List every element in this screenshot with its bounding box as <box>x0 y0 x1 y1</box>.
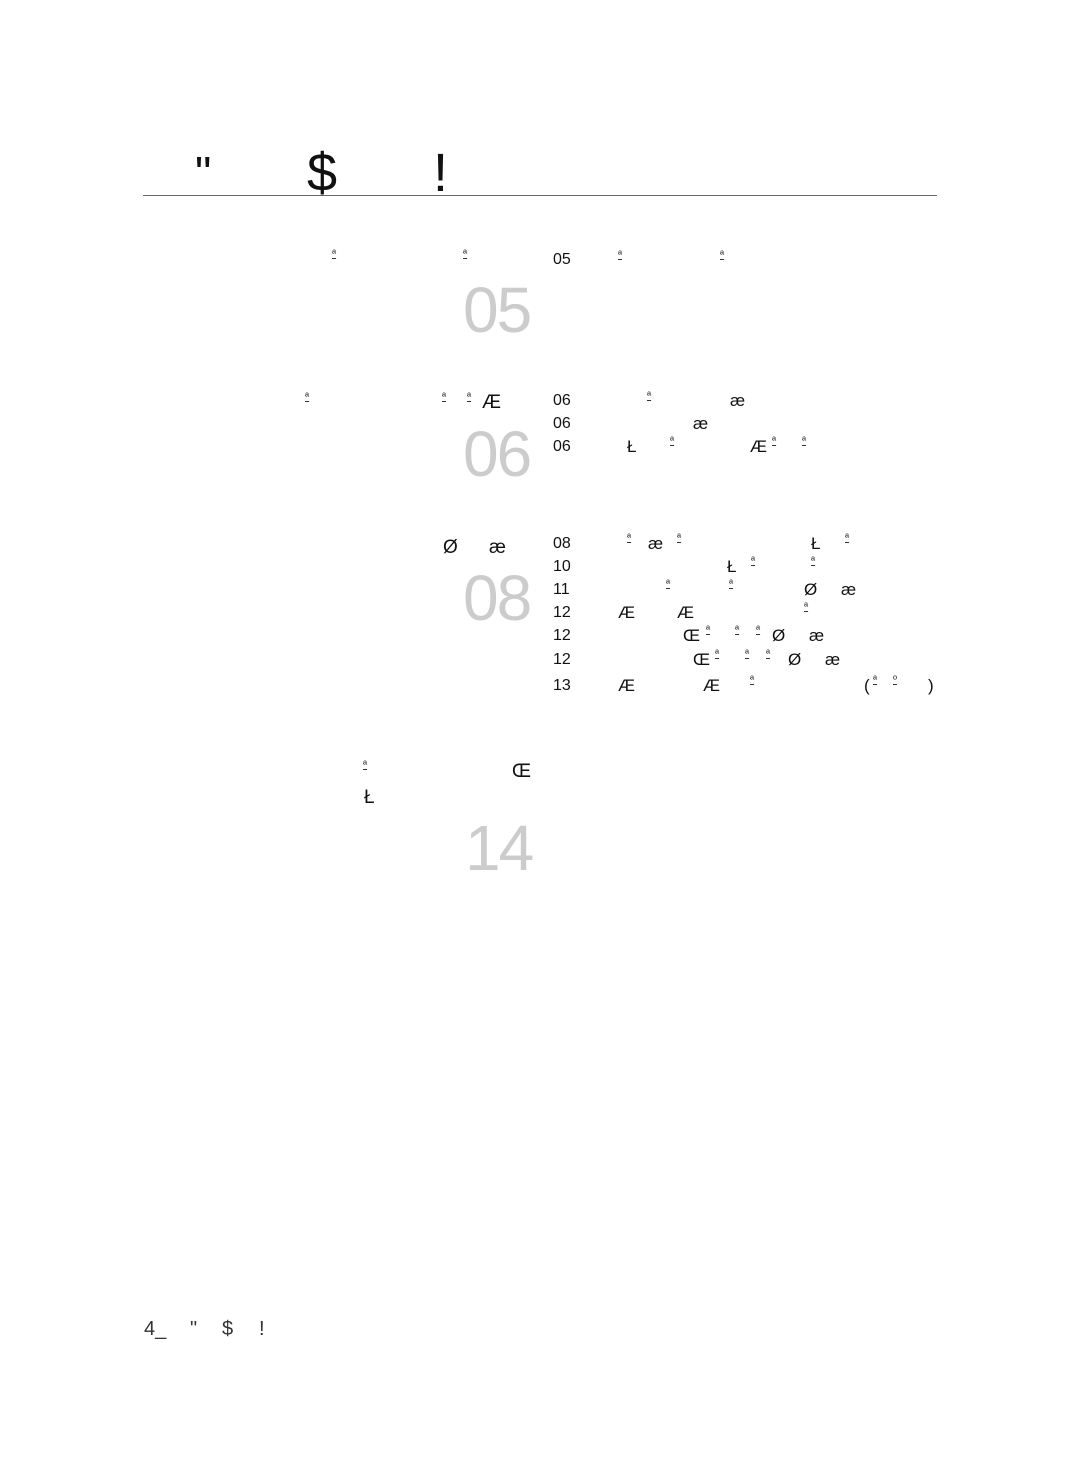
entry-page-number: 12 <box>553 604 571 621</box>
entry-glyph: Æ <box>618 603 635 622</box>
entry-glyph: ª <box>677 532 682 544</box>
entry-glyph: ª <box>670 435 675 447</box>
entry-glyph: ª <box>715 648 720 660</box>
title-glyph: ! <box>433 143 449 203</box>
entry-glyph: ª <box>766 648 771 660</box>
entry-glyph: ª <box>845 532 850 544</box>
entry-glyph: ª <box>802 435 807 447</box>
entry-glyph: Æ <box>750 437 767 456</box>
section-page-number: 14 <box>465 812 534 884</box>
entry-glyph: Ł <box>627 437 637 456</box>
section-heading-glyph: ª <box>463 248 468 260</box>
entry-glyph: Ø <box>788 650 802 669</box>
entry-page-number: 12 <box>553 627 571 644</box>
entry-glyph: ª <box>772 435 777 447</box>
footer-page-number: 4_ <box>144 1318 167 1340</box>
section-heading-glyph: Ł <box>364 787 375 808</box>
entry-glyph: Œ <box>693 650 710 669</box>
entry-glyph: æ <box>841 580 857 599</box>
entry-glyph: ª <box>745 648 750 660</box>
section-heading-glyph: ª <box>442 391 447 403</box>
entry-glyph: ª <box>720 249 725 261</box>
entry-glyph: Ø <box>772 626 786 645</box>
title-glyph: " <box>195 147 212 199</box>
entry-glyph: ª <box>750 674 755 686</box>
entry-page-number: 08 <box>553 535 571 552</box>
entry-page-number: 06 <box>553 415 571 432</box>
entry-glyph: æ <box>809 626 825 645</box>
entry-glyph: ª <box>735 624 740 636</box>
section-page-number: 06 <box>463 418 532 490</box>
entry-glyph: Ł <box>811 534 821 553</box>
entry-glyph: Ø <box>804 580 818 599</box>
entry-glyph: ª <box>873 674 878 686</box>
section-heading-glyph: ª <box>332 248 337 260</box>
section-heading-glyph: ª <box>467 391 472 403</box>
section-heading-glyph: æ <box>489 537 506 558</box>
entry-glyph: Æ <box>703 676 720 695</box>
entry-glyph: Ł <box>727 557 737 576</box>
entry-page-number: 13 <box>553 677 571 694</box>
entry-glyph: ) <box>928 676 934 695</box>
entry-glyph: æ <box>648 534 664 553</box>
entry-glyph: º <box>893 674 898 686</box>
title-glyph: $ <box>307 143 338 203</box>
section-heading-glyph: ª <box>305 391 310 403</box>
entry-page-number: 12 <box>553 651 571 668</box>
section-heading-glyph: Œ <box>512 761 531 782</box>
entry-glyph: æ <box>730 391 746 410</box>
entry-glyph: ª <box>811 555 816 567</box>
footer-glyph: ! <box>259 1318 265 1340</box>
entry-glyph: ª <box>804 601 809 613</box>
entry-glyph: ª <box>627 532 632 544</box>
entry-glyph: ª <box>666 578 671 590</box>
entry-page-number: 05 <box>553 251 571 268</box>
entry-glyph: æ <box>693 414 709 433</box>
entry-page-number: 10 <box>553 558 571 575</box>
section-page-number: 08 <box>463 562 532 634</box>
section-heading-glyph: ª <box>363 759 368 771</box>
entry-glyph: ª <box>647 390 652 402</box>
entry-page-number: 06 <box>553 438 571 455</box>
footer-glyph: " <box>190 1318 198 1340</box>
section-heading-glyph: Æ <box>482 392 501 413</box>
section-page-number: 05 <box>463 274 532 346</box>
entry-glyph: Œ <box>683 626 700 645</box>
entry-glyph: Æ <box>618 676 635 695</box>
section-heading-glyph: Ø <box>443 537 458 558</box>
entry-glyph: ª <box>751 555 756 567</box>
entry-glyph: Æ <box>677 603 694 622</box>
entry-page-number: 11 <box>553 581 570 598</box>
title-divider <box>143 195 937 196</box>
entry-page-number: 06 <box>553 392 571 409</box>
footer-glyph: $ <box>222 1318 234 1340</box>
entry-glyph: ª <box>729 578 734 590</box>
entry-glyph: ª <box>706 624 711 636</box>
entry-glyph: æ <box>825 650 841 669</box>
entry-glyph: ( <box>864 676 870 695</box>
entry-glyph: ª <box>756 624 761 636</box>
entry-glyph: ª <box>618 249 623 261</box>
